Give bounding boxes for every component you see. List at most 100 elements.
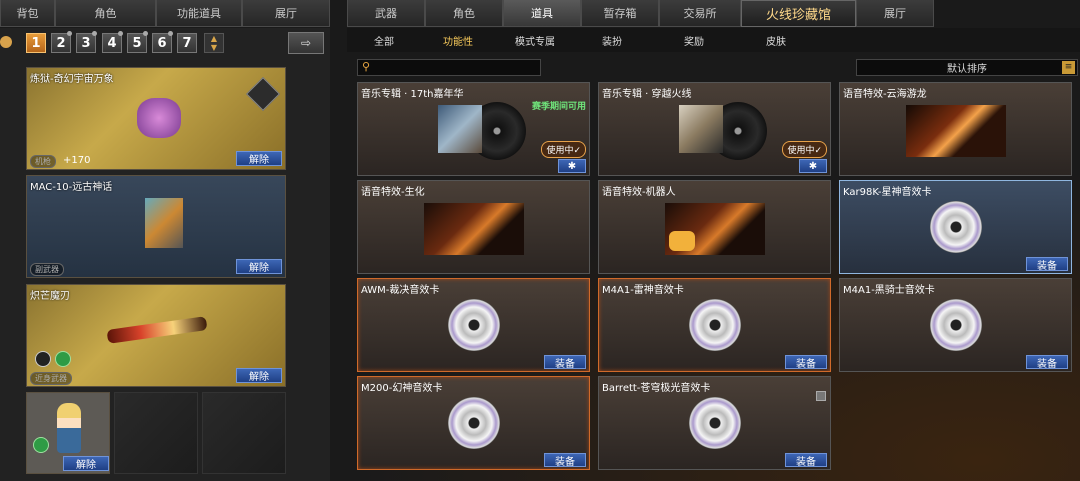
disc-icon <box>689 397 741 449</box>
list-icon[interactable]: ≡ <box>1062 61 1075 74</box>
item-title: AWM-裁决音效卡 <box>361 285 440 296</box>
item-title: 音乐专辑 · 17th嘉年华 <box>361 89 464 100</box>
weapon-image <box>137 98 181 138</box>
disc-icon <box>930 299 982 351</box>
tab-roles[interactable]: 角色 <box>425 0 503 27</box>
user-icon <box>0 36 12 48</box>
sub-tab-bar: 全部 功能性 模式专属 装扮 奖励 皮肤 <box>347 28 1080 52</box>
item-card[interactable]: 音乐专辑 · 17th嘉年华 赛季期间可用 使用中✓ ✱ <box>357 82 590 176</box>
item-card[interactable]: M200-幻神音效卡 ♪ 装备 <box>357 376 590 470</box>
equip-button[interactable]: 装备 <box>1026 355 1068 370</box>
settings-gear-icon[interactable]: ✱ <box>799 159 827 173</box>
sort-label: 默认排序 <box>947 64 987 75</box>
subtab-functional[interactable]: 功能性 <box>421 28 495 52</box>
bag-5-button[interactable]: 5 <box>127 31 148 53</box>
weapon-type-tag: 副武器 <box>30 263 64 276</box>
tab-showroom[interactable]: 展厅 <box>242 0 330 27</box>
bag-6-label: 6 <box>157 35 167 51</box>
item-card[interactable]: M4A1-黑骑士音效卡 ♪ 装备 <box>839 278 1072 372</box>
subtab-mode[interactable]: 模式专属 <box>495 28 575 52</box>
item-card[interactable]: Barrett-苍穹极光音效卡 ♪ 装备 <box>598 376 831 470</box>
notification-dot <box>67 31 72 36</box>
equipped-primary-card[interactable]: 炼狱-奇幻宇宙万象 机枪 +170 解除 <box>26 67 286 170</box>
equip-button[interactable]: 装备 <box>544 355 586 370</box>
subtab-reward[interactable]: 奖励 <box>649 28 739 52</box>
character-image <box>57 403 81 453</box>
tab-right-showroom[interactable]: 展厅 <box>856 0 934 27</box>
equipped-secondary-card[interactable]: MAC-10-远古神话 副武器 解除 <box>26 175 286 278</box>
subtab-all[interactable]: 全部 <box>347 28 421 52</box>
empty-slot[interactable] <box>202 392 286 474</box>
bag-6-button[interactable]: 6 <box>152 31 173 53</box>
tab-props[interactable]: 道具 <box>503 0 581 27</box>
sort-dropdown[interactable]: 默认排序 ≡ <box>856 59 1078 76</box>
search-box[interactable]: ⚲ <box>357 59 541 76</box>
unequip-button[interactable]: 解除 <box>236 368 282 383</box>
bag-4-button[interactable]: 4 <box>102 31 123 53</box>
weapon-type-tag: 近身武器 <box>30 372 72 385</box>
bag-7-button[interactable]: 7 <box>177 33 197 53</box>
export-button[interactable]: ⇨ <box>288 32 324 54</box>
v-mark-icon <box>35 351 51 367</box>
unequip-button[interactable]: 解除 <box>236 259 282 274</box>
item-title: 语音特效-云海游龙 <box>843 89 927 100</box>
unequip-button[interactable]: 解除 <box>236 151 282 166</box>
bag-2-button[interactable]: 2 <box>51 31 72 53</box>
notification-dot <box>168 31 173 36</box>
notification-dot <box>92 31 97 36</box>
bag-3-label: 3 <box>81 35 91 51</box>
search-icon: ⚲ <box>362 60 371 73</box>
item-card[interactable]: 音乐专辑 · 穿越火线 使用中✓ ✱ <box>598 82 831 176</box>
card-title: 炼狱-奇幻宇宙万象 <box>30 74 114 85</box>
item-title: M4A1-雷神音效卡 <box>602 285 684 296</box>
tab-weapons[interactable]: 武器 <box>347 0 425 27</box>
voice-effect-image <box>424 203 524 255</box>
notification-dot <box>143 31 148 36</box>
equipped-melee-card[interactable]: 炽芒魔刃 近身武器 解除 <box>26 284 286 387</box>
bag-2-label: 2 <box>56 35 66 51</box>
right-tab-bar: 武器 角色 道具 暂存箱 交易所 火线珍藏馆 展厅 <box>347 0 934 27</box>
page-stepper[interactable]: ▲ ▼ <box>204 33 224 53</box>
robot-icon <box>669 231 695 251</box>
item-title: 语音特效-机器人 <box>602 187 676 198</box>
item-card[interactable]: 语音特效-云海游龙 <box>839 82 1072 176</box>
tab-collection[interactable]: 火线珍藏馆 <box>741 0 856 27</box>
bag-5-label: 5 <box>132 35 142 51</box>
voice-effect-image <box>906 105 1006 157</box>
item-card[interactable]: 语音特效-机器人 <box>598 180 831 274</box>
tab-function-items[interactable]: 功能道具 <box>156 0 242 27</box>
disc-icon <box>448 299 500 351</box>
weapon-image <box>106 316 208 344</box>
tab-character[interactable]: 角色 <box>55 0 156 27</box>
disc-icon <box>930 201 982 253</box>
subtab-skin[interactable]: 皮肤 <box>739 28 813 52</box>
equip-button[interactable]: 装备 <box>785 355 827 370</box>
tab-exchange[interactable]: 交易所 <box>659 0 741 27</box>
settings-gear-icon[interactable]: ✱ <box>558 159 586 173</box>
bag-1-button[interactable]: 1 <box>26 33 46 53</box>
bag-3-button[interactable]: 3 <box>76 31 97 53</box>
equip-button[interactable]: 装备 <box>544 453 586 468</box>
item-card[interactable]: Kar98K-星神音效卡 ♪ 装备 <box>839 180 1072 274</box>
equip-button[interactable]: 装备 <box>785 453 827 468</box>
album-cover-image <box>679 105 723 153</box>
album-cover-image <box>438 105 482 153</box>
equipped-character-card[interactable]: 解除 <box>26 392 110 474</box>
item-title: M4A1-黑骑士音效卡 <box>843 285 935 296</box>
notification-dot <box>118 31 123 36</box>
weapon-type-tag: 机枪 <box>30 155 56 168</box>
trash-icon[interactable] <box>816 391 826 401</box>
item-card[interactable]: 语音特效-生化 <box>357 180 590 274</box>
item-title: Kar98K-星神音效卡 <box>843 187 932 198</box>
left-tab-bar: 背包 角色 功能道具 展厅 <box>0 0 330 27</box>
search-input[interactable] <box>378 60 538 75</box>
empty-slot[interactable] <box>114 392 198 474</box>
subtab-dress[interactable]: 装扮 <box>575 28 649 52</box>
unequip-button[interactable]: 解除 <box>63 456 109 471</box>
tab-bag[interactable]: 背包 <box>0 0 55 27</box>
item-card[interactable]: M4A1-雷神音效卡 ♪ 装备 <box>598 278 831 372</box>
item-card[interactable]: AWM-裁决音效卡 ♪ 装备 <box>357 278 590 372</box>
tab-storage[interactable]: 暂存箱 <box>581 0 659 27</box>
inventory-screen: 背包 角色 功能道具 展厅 武器 角色 道具 暂存箱 交易所 火线珍藏馆 展厅 … <box>0 0 1080 481</box>
equip-button[interactable]: 装备 <box>1026 257 1068 272</box>
